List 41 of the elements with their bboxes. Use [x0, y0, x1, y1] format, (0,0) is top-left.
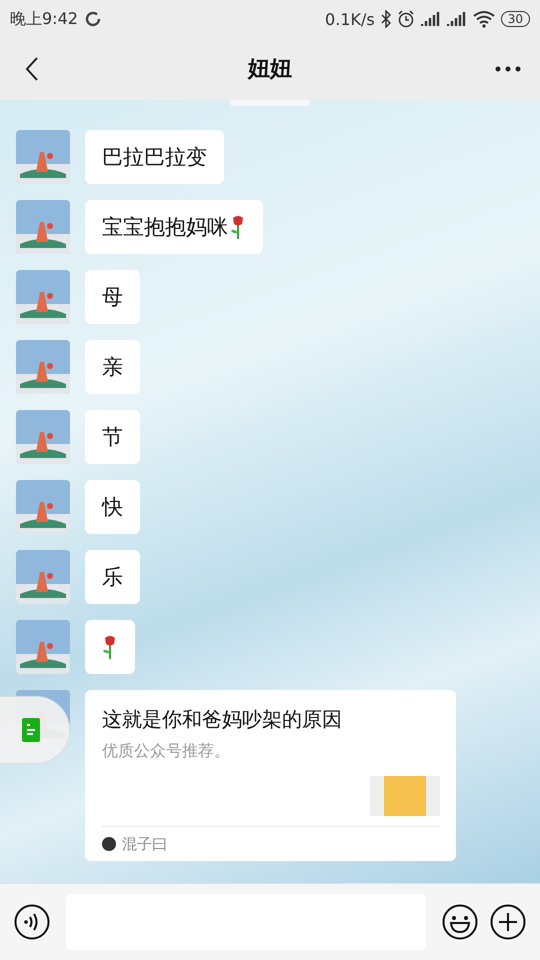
add-button[interactable] [490, 904, 526, 940]
message-bubble[interactable]: 乐 [85, 550, 140, 604]
rose-icon [230, 214, 246, 240]
battery-level: 30 [500, 11, 530, 27]
emoji-button[interactable] [442, 904, 478, 940]
message-bubble[interactable]: 亲 [85, 340, 140, 394]
status-time: 晚上9:42 [10, 8, 78, 30]
avatar-picture[interactable] [16, 130, 70, 184]
avatar-picture[interactable] [16, 270, 70, 324]
back-icon [25, 56, 39, 82]
sync-icon [84, 10, 102, 28]
alarm-icon [396, 10, 415, 28]
voice-button[interactable] [14, 904, 50, 940]
message-bubble[interactable]: 节 [85, 410, 140, 464]
article-card[interactable]: 这就是你和爸妈吵架的原因 优质公众号推荐。 混子曰 [85, 690, 456, 861]
network-speed: 0.1K/s [325, 10, 375, 28]
avatar-picture[interactable] [16, 550, 70, 604]
message-bubble[interactable] [85, 620, 135, 674]
message-bubble[interactable]: 巴拉巴拉变 [85, 130, 224, 184]
bluetooth-icon [380, 10, 391, 28]
avatar-picture[interactable] [16, 410, 70, 464]
thumbnail-placeholder [370, 776, 440, 816]
avatar-picture[interactable] [16, 200, 70, 254]
chat-title: 妞妞 [246, 56, 293, 84]
floating-window-overlay[interactable] [0, 696, 70, 764]
message-bubble[interactable]: 快 [85, 480, 140, 534]
more-icon [495, 66, 521, 72]
wifi-icon [472, 10, 495, 28]
avatar-picture[interactable] [16, 340, 70, 394]
article-source: 混子曰 [122, 834, 167, 854]
article-title: 这就是你和爸妈吵架的原因 [102, 706, 343, 733]
avatar-picture[interactable] [16, 480, 70, 534]
message-bubble[interactable]: 母 [85, 270, 140, 324]
source-avatar [102, 837, 116, 851]
document-icon [22, 718, 40, 742]
message-bubble[interactable]: 宝宝抱抱妈咪 [85, 200, 263, 254]
avatar-picture[interactable] [16, 620, 70, 674]
signal-icon [446, 11, 467, 27]
rose-icon [102, 634, 118, 660]
signal-icon [420, 11, 441, 27]
article-description: 优质公众号推荐。 [102, 741, 231, 762]
